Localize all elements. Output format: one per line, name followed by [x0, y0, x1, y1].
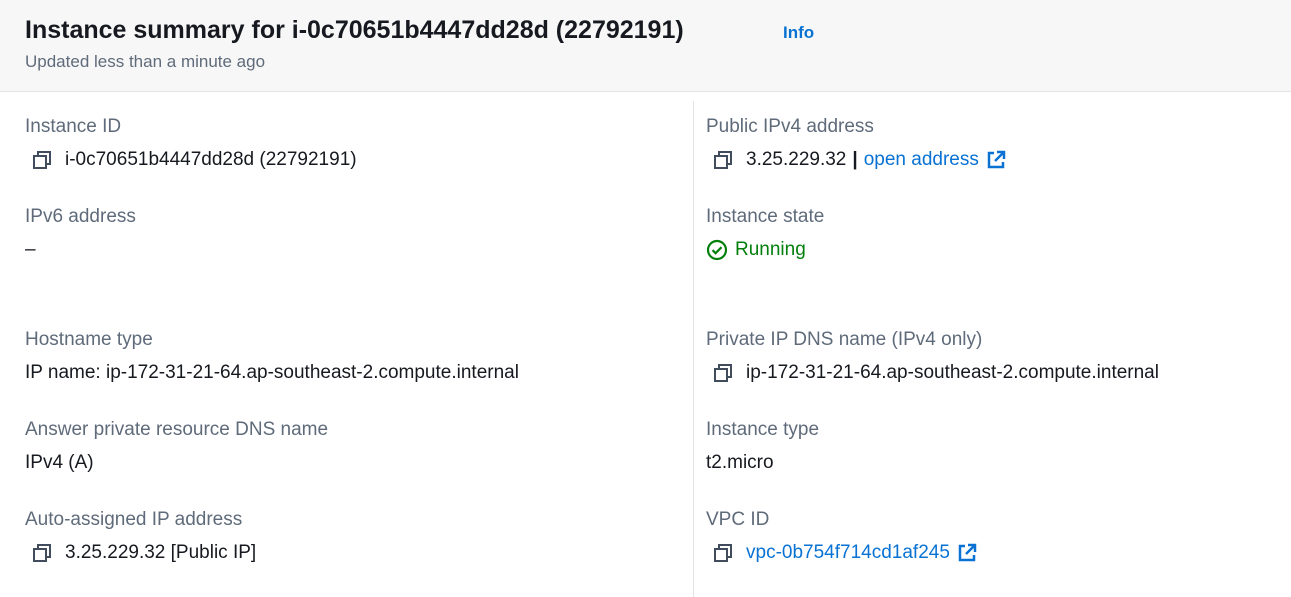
copy-icon[interactable] [712, 362, 734, 384]
column-divider [693, 101, 694, 597]
hostname-type-value: IP name: ip-172-31-21-64.ap-southeast-2.… [25, 362, 519, 383]
vpc-id-label: VPC ID [706, 509, 770, 530]
ipv6-address-value: – [25, 239, 36, 260]
check-circle-icon [706, 239, 728, 261]
value-separator: | [852, 149, 858, 170]
summary-header: Instance summary for i-0c70651b4447dd28d… [0, 0, 1291, 92]
private-dns-value: ip-172-31-21-64.ap-southeast-2.compute.i… [746, 362, 1159, 383]
instance-state-label: Instance state [706, 206, 825, 227]
copy-icon[interactable] [31, 542, 53, 564]
page-title: Instance summary for i-0c70651b4447dd28d… [25, 16, 684, 44]
hostname-type-label: Hostname type [25, 329, 153, 350]
copy-icon[interactable] [31, 149, 53, 171]
public-ipv4-label: Public IPv4 address [706, 116, 874, 137]
copy-icon[interactable] [712, 542, 734, 564]
auto-assigned-ip-field: 3.25.229.32 [Public IP] [31, 541, 256, 565]
external-link-icon[interactable] [985, 149, 1007, 171]
instance-id-label: Instance ID [25, 116, 122, 137]
public-ipv4-field: 3.25.229.32 | open address [712, 148, 1007, 172]
instance-type-value: t2.micro [706, 452, 774, 473]
instance-state-field: Running [706, 238, 806, 262]
answer-dns-value: IPv4 (A) [25, 452, 94, 473]
instance-type-label: Instance type [706, 419, 820, 440]
ipv6-address-label: IPv6 address [25, 206, 136, 227]
open-address-link[interactable]: open address [864, 148, 979, 172]
private-dns-field: ip-172-31-21-64.ap-southeast-2.compute.i… [712, 361, 1159, 385]
public-ipv4-value: 3.25.229.32 [746, 149, 847, 170]
answer-dns-label: Answer private resource DNS name [25, 419, 329, 440]
auto-assigned-ip-label: Auto-assigned IP address [25, 509, 243, 530]
external-link-icon[interactable] [956, 542, 978, 564]
info-link[interactable]: Info [783, 22, 814, 44]
updated-status-text: Updated less than a minute ago [25, 52, 266, 71]
vpc-id-link[interactable]: vpc-0b754f714cd1af245 [746, 541, 950, 565]
instance-id-value: i-0c70651b4447dd28d (22792191) [65, 149, 357, 170]
private-dns-label: Private IP DNS name (IPv4 only) [706, 329, 983, 350]
vpc-id-field: vpc-0b754f714cd1af245 [712, 541, 978, 565]
copy-icon[interactable] [712, 149, 734, 171]
auto-assigned-ip-value: 3.25.229.32 [Public IP] [65, 542, 257, 563]
instance-state-value: Running [735, 239, 806, 260]
instance-id-field: i-0c70651b4447dd28d (22792191) [31, 148, 357, 172]
